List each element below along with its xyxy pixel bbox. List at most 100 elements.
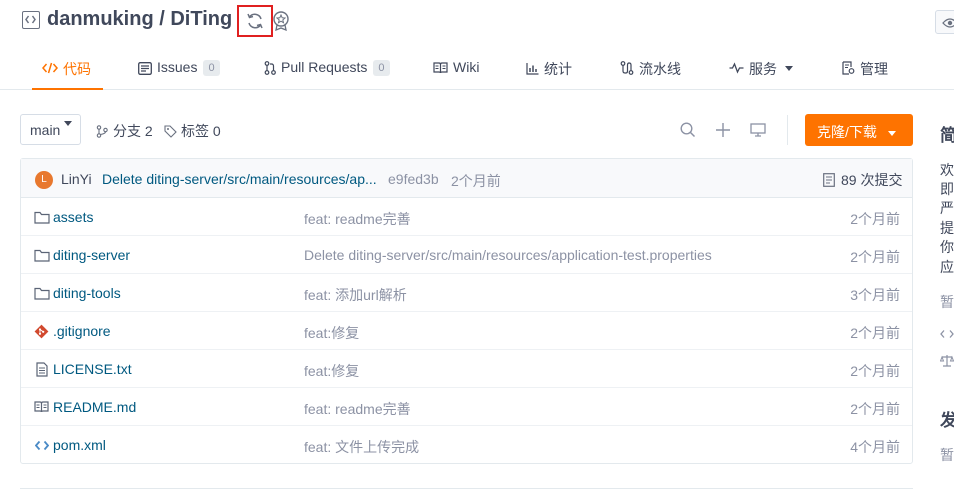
sync-button[interactable] xyxy=(237,5,273,37)
sidebar-intro-line: 即 xyxy=(940,181,954,197)
watch-button[interactable] xyxy=(935,10,954,34)
file-name[interactable]: .gitignore xyxy=(53,323,111,339)
tab-services[interactable]: 服务 xyxy=(729,52,793,90)
web-ide-icon[interactable] xyxy=(750,122,766,141)
tab-services-label: 服务 xyxy=(749,61,777,77)
file-commit-time: 2个月前 xyxy=(850,249,900,265)
tab-pull-requests-label: Pull Requests xyxy=(281,59,368,75)
issues-icon xyxy=(138,59,152,77)
file-table: L LinYi Delete diting-server/src/main/re… xyxy=(20,158,913,464)
file-commit-message[interactable]: feat: 添加url解析 xyxy=(304,285,407,305)
book-icon xyxy=(433,59,448,77)
file-row[interactable]: diting-tools feat: 添加url解析 3个月前 xyxy=(21,274,912,312)
commit-time: 2个月前 xyxy=(451,173,501,189)
toolbar-divider xyxy=(787,115,788,145)
file-row[interactable]: assets feat: readme完善 2个月前 xyxy=(21,198,912,236)
sidebar-intro-line: 严 xyxy=(940,200,954,216)
tab-issues-label: Issues xyxy=(157,59,198,75)
sync-icon xyxy=(247,13,263,29)
commit-list-icon xyxy=(823,173,835,187)
tag-icon xyxy=(164,124,177,138)
tab-wiki-label: Wiki xyxy=(453,59,480,75)
chevron-down-icon xyxy=(785,66,793,71)
file-commit-time: 2个月前 xyxy=(850,401,900,417)
pull-request-icon xyxy=(264,59,276,77)
file-name[interactable]: LICENSE.txt xyxy=(53,361,132,377)
file-commit-message[interactable]: Delete diting-server/src/main/resources/… xyxy=(304,247,712,263)
file-row[interactable]: LICENSE.txt feat:修复 2个月前 xyxy=(21,350,912,388)
recommend-badge-icon[interactable] xyxy=(272,11,290,34)
commit-count-link[interactable]: 89 次提交 xyxy=(823,170,902,190)
file-row[interactable]: diting-server Delete diting-server/src/m… xyxy=(21,236,912,274)
file-commit-message[interactable]: feat: readme完善 xyxy=(304,399,411,419)
file-commit-time: 2个月前 xyxy=(850,363,900,379)
code-file-icon xyxy=(33,437,50,453)
file-row[interactable]: README.md feat: readme完善 2个月前 xyxy=(21,388,912,426)
tab-pipeline-label: 流水线 xyxy=(639,61,681,77)
sidebar-intro-line: 提 xyxy=(940,220,954,236)
sidebar-intro-line: 你 xyxy=(940,239,954,255)
eye-icon xyxy=(942,18,954,28)
file-name[interactable]: README.md xyxy=(53,399,136,415)
text-file-icon xyxy=(33,361,50,377)
sidebar-intro-line: 应 xyxy=(940,259,954,275)
chevron-down-icon xyxy=(887,130,896,136)
clone-download-label: 克隆/下载 xyxy=(817,124,877,140)
search-icon[interactable] xyxy=(680,122,696,141)
pulse-icon xyxy=(729,59,744,77)
commit-sha[interactable]: e9fed3b xyxy=(388,171,439,187)
tab-issues[interactable]: Issues 0 xyxy=(138,52,220,90)
folder-icon xyxy=(33,285,50,301)
file-list: assets feat: readme完善 2个月前 diting-server… xyxy=(21,198,912,464)
file-commit-message[interactable]: feat: 文件上传完成 xyxy=(304,437,419,457)
file-commit-message[interactable]: feat:修复 xyxy=(304,323,359,343)
tab-manage-label: 管理 xyxy=(860,61,888,77)
file-commit-time: 3个月前 xyxy=(850,287,900,303)
sidebar-no-description: 暂 xyxy=(940,294,954,310)
add-file-icon[interactable] xyxy=(715,122,731,141)
file-commit-time: 4个月前 xyxy=(850,439,900,455)
bar-chart-icon xyxy=(526,59,539,77)
repo-header: danmuking / DiTing 代码 Issues 0 Pull Requ… xyxy=(0,0,954,90)
book-icon xyxy=(33,399,50,415)
branches-label: 分支 2 xyxy=(113,123,153,139)
tags-label: 标签 0 xyxy=(181,123,221,139)
tab-pipeline[interactable]: 流水线 xyxy=(620,52,681,90)
tab-stats[interactable]: 统计 xyxy=(526,52,572,90)
tab-manage[interactable]: 管理 xyxy=(842,52,888,90)
license-scale-icon xyxy=(939,354,954,370)
clone-download-button[interactable]: 克隆/下载 xyxy=(805,114,913,146)
code-icon xyxy=(42,59,58,77)
file-name[interactable]: diting-server xyxy=(53,247,130,263)
commit-author[interactable]: LinYi xyxy=(61,171,92,187)
code-icon xyxy=(940,326,954,342)
file-commit-message[interactable]: feat:修复 xyxy=(304,361,359,381)
file-name[interactable]: diting-tools xyxy=(53,285,121,301)
latest-commit-row: L LinYi Delete diting-server/src/main/re… xyxy=(21,159,912,198)
tags-link[interactable]: 标签 0 xyxy=(164,121,221,141)
branches-link[interactable]: 分支 2 xyxy=(96,121,153,141)
file-commit-time: 2个月前 xyxy=(850,211,900,227)
branch-icon xyxy=(96,124,108,138)
repo-tabs: 代码 Issues 0 Pull Requests 0 Wiki 统计 流水线 … xyxy=(0,52,954,90)
section-divider xyxy=(20,488,913,489)
tab-wiki[interactable]: Wiki xyxy=(433,52,479,90)
branch-select[interactable]: main xyxy=(20,114,81,145)
branch-select-value: main xyxy=(30,122,61,138)
tab-stats-label: 统计 xyxy=(544,61,572,77)
file-commit-message[interactable]: feat: readme完善 xyxy=(304,209,411,229)
file-row[interactable]: pom.xml feat: 文件上传完成 4个月前 xyxy=(21,426,912,464)
avatar[interactable]: L xyxy=(35,171,53,189)
file-row[interactable]: .gitignore feat:修复 2个月前 xyxy=(21,312,912,350)
chevron-down-icon xyxy=(64,121,72,126)
commit-message[interactable]: Delete diting-server/src/main/resources/… xyxy=(102,171,377,187)
repo-title[interactable]: danmuking / DiTing xyxy=(47,8,232,31)
commit-count-label: 89 次提交 xyxy=(841,172,903,188)
issues-count-badge: 0 xyxy=(203,60,220,76)
tab-pull-requests[interactable]: Pull Requests 0 xyxy=(264,52,390,90)
file-commit-time: 2个月前 xyxy=(850,325,900,341)
tab-code[interactable]: 代码 xyxy=(32,52,103,90)
file-name[interactable]: assets xyxy=(53,209,93,225)
tab-code-label: 代码 xyxy=(63,61,91,77)
file-name[interactable]: pom.xml xyxy=(53,437,106,453)
